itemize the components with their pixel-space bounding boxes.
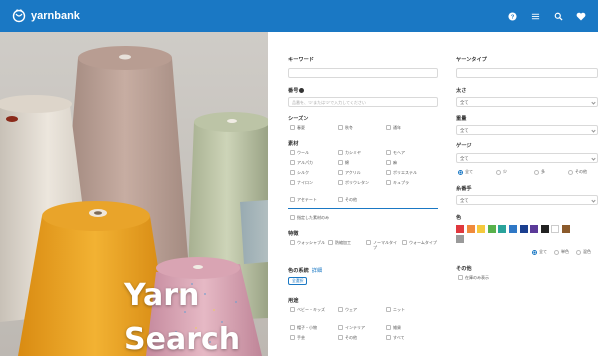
material-only-checkbox[interactable]: 指定した素材のみ xyxy=(290,215,329,220)
material-checkbox[interactable]: ポリエステル xyxy=(386,170,417,175)
feature-checkbox[interactable]: ノーマルタイプ xyxy=(366,240,400,250)
yarn-count-label: 糸番手 xyxy=(456,186,472,192)
color-swatch[interactable] xyxy=(466,225,475,233)
use-checkbox[interactable]: すべて xyxy=(386,335,405,340)
use-checkbox[interactable]: 手芸 xyxy=(290,335,305,340)
yarn-type-input[interactable] xyxy=(456,68,598,78)
feature-label: 特徴 xyxy=(288,231,299,237)
hero-title-line1: Yarn xyxy=(124,278,200,313)
use-checkbox[interactable]: ニット xyxy=(386,307,405,312)
color-swatch[interactable] xyxy=(519,225,528,233)
material-checkbox[interactable]: キュプラ xyxy=(386,180,409,185)
weight-select[interactable]: 全て xyxy=(456,125,598,135)
keyword-label: キーワード xyxy=(288,57,314,63)
thickness-select[interactable]: 全て xyxy=(456,97,598,107)
search-form: キーワード 番号 品番を、"2"または"2"で入力してください シーズン 春夏 … xyxy=(268,32,598,356)
season-label: シーズン xyxy=(288,116,309,122)
hero-title-line2: Search xyxy=(124,322,241,356)
color-tone-detail-link[interactable]: 詳細 xyxy=(312,268,322,274)
color-swatch[interactable] xyxy=(487,225,496,233)
color-radio[interactable]: 混色 xyxy=(576,249,591,255)
use-checkbox[interactable]: 帽子・小物 xyxy=(290,325,317,330)
gauge-label: ゲージ xyxy=(456,143,472,149)
brand[interactable]: yarnbank xyxy=(12,9,80,23)
chevron-down-icon xyxy=(591,128,596,133)
yarn-count-select[interactable]: 全て xyxy=(456,195,598,205)
chevron-down-icon xyxy=(591,198,596,203)
gauge-select[interactable]: 全て xyxy=(456,153,598,163)
material-divider xyxy=(288,208,438,209)
gauge-radio[interactable]: その他 xyxy=(568,169,587,175)
use-label: 用途 xyxy=(288,298,299,304)
feature-checkbox[interactable]: ウォームタイプ xyxy=(402,240,438,245)
number-help-icon[interactable] xyxy=(299,88,305,94)
material-checkbox[interactable]: 綿 xyxy=(338,160,349,165)
season-checkbox-spring-summer[interactable]: 春夏 xyxy=(290,125,305,130)
number-input[interactable]: 品番を、"2"または"2"で入力してください xyxy=(288,97,438,107)
number-label: 番号 xyxy=(288,87,305,94)
feature-checkbox[interactable]: 防縮加工 xyxy=(328,240,366,245)
material-checkbox[interactable]: アクリル xyxy=(338,170,361,175)
feature-checkbox[interactable]: ウォッシャブル xyxy=(290,240,328,245)
material-checkbox[interactable]: 麻 xyxy=(386,160,397,165)
top-navigation-bar: yarnbank ? xyxy=(0,0,598,32)
material-checkbox[interactable]: モヘア xyxy=(386,150,405,155)
color-tone-label: 色の系統 詳細 xyxy=(288,268,323,274)
svg-text:?: ? xyxy=(510,14,514,20)
season-checkbox-autumn-winter[interactable]: 秋冬 xyxy=(338,125,353,130)
yarnbank-logo-icon xyxy=(12,9,26,23)
help-icon[interactable]: ? xyxy=(507,11,517,21)
color-swatch[interactable] xyxy=(509,225,517,233)
heart-icon[interactable] xyxy=(576,11,586,21)
search-icon[interactable] xyxy=(553,11,563,21)
hero-image: Yarn Search xyxy=(0,32,268,356)
gauge-radio-all[interactable]: 全て xyxy=(458,169,473,175)
material-checkbox[interactable]: ポリウレタン xyxy=(338,180,378,185)
use-checkbox[interactable]: その他 xyxy=(338,335,357,340)
stock-only-checkbox[interactable]: 在庫のみ表示 xyxy=(458,275,489,280)
material-checkbox[interactable]: ナイロン xyxy=(290,180,313,185)
material-checkbox[interactable]: カシミヤ xyxy=(338,150,361,155)
material-checkbox[interactable]: シルク xyxy=(290,170,309,175)
color-swatch[interactable] xyxy=(456,235,464,243)
brand-name: yarnbank xyxy=(31,10,80,22)
weight-label: 重量 xyxy=(456,116,467,122)
use-checkbox[interactable]: ウェア xyxy=(338,307,357,312)
material-checkbox[interactable]: その他 xyxy=(338,197,357,202)
chevron-down-icon xyxy=(591,100,596,105)
chevron-down-icon xyxy=(591,156,596,161)
color-swatch[interactable] xyxy=(540,225,549,233)
material-label: 素材 xyxy=(288,141,299,147)
color-swatch[interactable] xyxy=(498,225,507,233)
color-radio[interactable]: 単色 xyxy=(554,249,569,255)
color-swatch[interactable] xyxy=(456,225,464,233)
list-icon[interactable] xyxy=(530,11,540,21)
color-swatch[interactable] xyxy=(530,225,539,233)
use-checkbox[interactable]: インテリア xyxy=(338,325,365,330)
color-swatch[interactable] xyxy=(477,225,486,233)
material-checkbox[interactable]: アルパカ xyxy=(290,160,313,165)
yarn-type-label: ヤーンタイプ xyxy=(456,57,487,63)
gauge-radio[interactable]: 多 xyxy=(534,169,545,175)
color-label: 色 xyxy=(456,215,462,221)
color-radio-all[interactable]: 全て xyxy=(532,249,547,255)
gauge-radio[interactable]: 少 xyxy=(496,169,507,175)
color-swatch[interactable] xyxy=(551,225,560,233)
thickness-label: 太さ xyxy=(456,88,467,94)
use-checkbox[interactable]: ベビー・キッズ xyxy=(290,307,336,312)
keyword-input[interactable] xyxy=(288,68,438,78)
color-tone-select-all-button[interactable]: 全選択 xyxy=(288,277,308,285)
material-checkbox[interactable]: アセテート xyxy=(290,197,317,202)
other-label: その他 xyxy=(456,266,472,272)
use-checkbox[interactable]: 雑貨 xyxy=(386,325,401,330)
color-swatch[interactable] xyxy=(562,225,570,233)
material-checkbox[interactable]: ウール xyxy=(290,150,309,155)
season-checkbox-all-year[interactable]: 通年 xyxy=(386,125,401,130)
